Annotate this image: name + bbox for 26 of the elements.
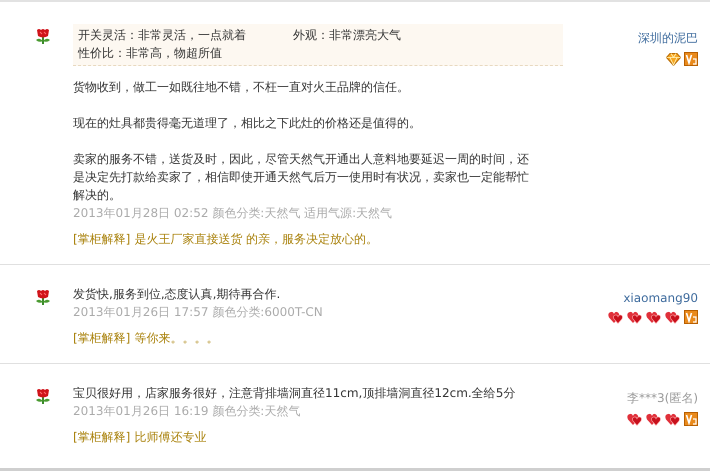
review-text: 现在的灶具都贵得毫无道理了，相比之下此灶的价格还是值得的。: [73, 115, 422, 132]
reply-text: 等你来。。。。: [134, 330, 218, 347]
review-meta: 2013年01月26日 16:19 颜色分类:天然气: [73, 403, 302, 420]
reply-label: [掌柜解释]: [73, 330, 130, 347]
flower-icon: [35, 28, 51, 44]
rating-tag: 外观：非常漂亮大气: [293, 26, 558, 44]
review-text: 宝贝很好用，店家服务很好，注意背排墙洞直径11cm,顶排墙洞直径12cm.全给5分: [73, 385, 516, 402]
reply-label: [掌柜解释]: [73, 429, 130, 446]
flower-icon: [35, 289, 51, 305]
rating-tag: 开关灵活：非常灵活，一点就着: [78, 26, 293, 44]
review-text: 货物收到，做工一如既往地不错，不枉一直对火王品牌的信任。: [73, 79, 410, 96]
user-link[interactable]: 深圳的泥巴: [638, 30, 698, 47]
reply-text: 比师傅还专业: [134, 429, 206, 446]
reply-label: [掌柜解释]: [73, 231, 130, 248]
review-text: 发货快,服务到位,态度认真,期待再合作.: [73, 286, 282, 303]
anonymous-user-name: 李***3(匿名): [627, 390, 698, 407]
vip-badge-icon: [684, 412, 698, 426]
reply-text: 是火王厂家直接送货 的亲，服务决定放心的。: [134, 231, 378, 248]
review-meta: 2013年01月28日 02:52 颜色分类:天然气 适用气源:天然气: [73, 205, 394, 222]
vip-badge-icon: [684, 310, 698, 324]
vip-badge-icon: [684, 52, 698, 66]
review-meta: 2013年01月26日 17:57 颜色分类:6000T-CN: [73, 304, 324, 321]
flower-icon: [35, 388, 51, 404]
review-text: 卖家的服务不错，送货及时，因此，尽管天然气开通出人意料地要延迟一周的时间，还是决定先打款给卖家了，相信即使开通天然气后万一使用时有状况，卖家也一定能帮忙解决的。: [73, 151, 530, 204]
user-link[interactable]: xiaomang90: [623, 291, 698, 305]
rating-tag: 性价比：非常高，物超所值: [78, 44, 293, 62]
